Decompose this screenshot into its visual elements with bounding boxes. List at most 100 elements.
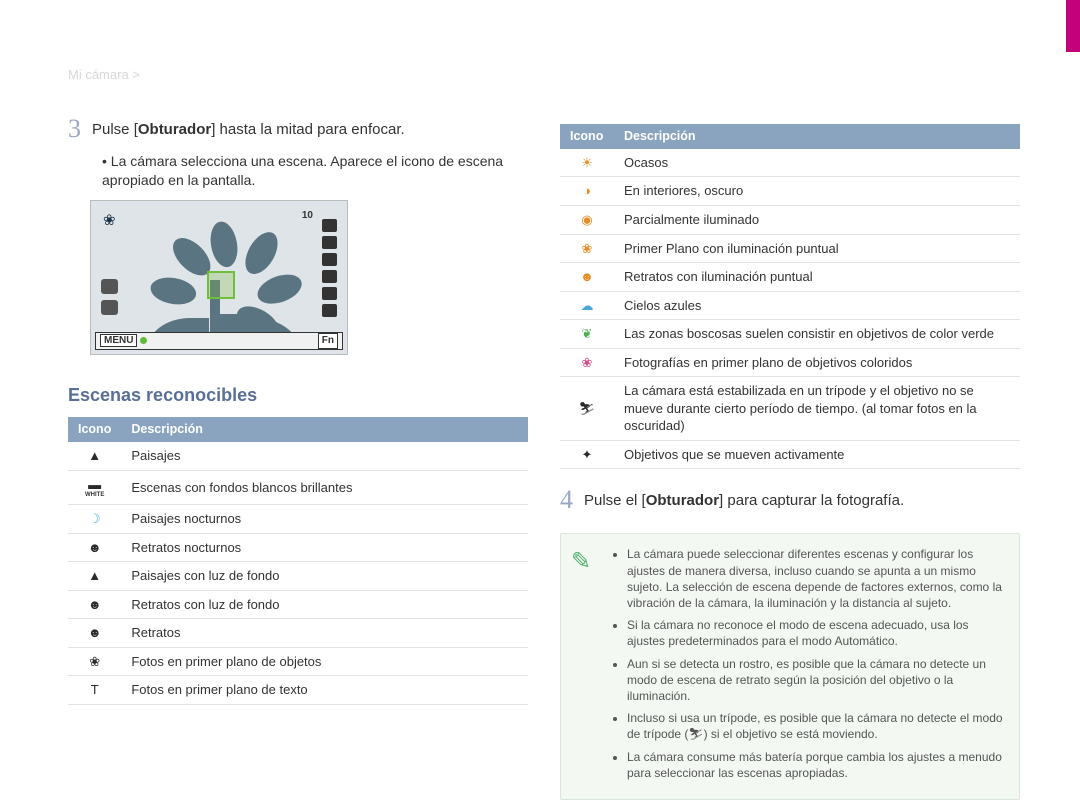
step3-bold: Obturador (138, 121, 211, 138)
scene-icon: ✦ (578, 447, 596, 463)
table-row: ☻Retratos nocturnos (68, 533, 528, 562)
th-desc: Descripción (121, 417, 528, 442)
table-row: ☽ Paisajes nocturnos (68, 505, 528, 534)
row-desc: Primer Plano con iluminación puntual (614, 234, 1020, 263)
right-column: Icono Descripción ☀ Ocasos ◑ En interiores,… (560, 120, 1020, 800)
row-icon-cell: ❦ (560, 320, 614, 349)
row-icon-cell: ☀ (560, 149, 614, 177)
row-icon-cell: ☻ (68, 533, 121, 562)
step-number-4: 4 (560, 487, 584, 513)
row-icon-cell: ❀ (68, 647, 121, 676)
row-icon-cell: ☽ (68, 505, 121, 534)
scene-icon: ▲ (86, 568, 104, 584)
table-row: ❀ Fotos en primer plano de objetos (68, 647, 528, 676)
table-row: ▲Paisajes (68, 442, 528, 470)
scene-icon: ☻ (86, 597, 104, 613)
status-dot-icon (140, 337, 147, 344)
table-row: ❀ Primer Plano con iluminación puntual (560, 234, 1020, 263)
table-row: ✦ Objetivos que se mueven activamente (560, 440, 1020, 469)
row-icon-cell: ☻ (68, 590, 121, 619)
scene-icon: ☻ (86, 539, 104, 555)
left-scene-table: Icono Descripción ▲Paisajes▬WHITEEscenas… (68, 417, 528, 705)
fn-button-label: Fn (318, 333, 338, 349)
step-4: 4 Pulse el [Obturador] para capturar la … (560, 491, 1020, 513)
table-row: ☻Retratos con luz de fondo (68, 590, 528, 619)
macro-icon: ❀ (103, 211, 116, 231)
step-3-text: Pulse [Obturador] hasta la mitad para en… (92, 120, 528, 140)
step-3-sub: La cámara selecciona una escena. Aparece… (102, 152, 528, 190)
scene-icon: ❀ (578, 354, 596, 370)
step3-pre: Pulse [ (92, 121, 138, 138)
table-row: ▬WHITEEscenas con fondos blancos brillan… (68, 470, 528, 505)
left-column: 3 Pulse [Obturador] hasta la mitad para … (68, 120, 528, 705)
row-icon-cell: ❀ (560, 234, 614, 263)
scene-icon: ⛷ (578, 401, 596, 417)
row-desc: Retratos (121, 619, 528, 648)
section-title: Escenas reconocibles (68, 383, 528, 407)
scene-icon-sublabel: WHITE (78, 491, 111, 499)
row-icon-cell: ❀ (560, 348, 614, 377)
scene-icon: ❀ (86, 654, 104, 670)
row-icon-cell: ◑ (560, 177, 614, 206)
step4-bold: Obturador (646, 492, 719, 509)
row-desc: La cámara está estabilizada en un trípod… (614, 377, 1020, 441)
note-pen-icon: ✎ (571, 546, 601, 786)
row-desc: En interiores, oscuro (614, 177, 1020, 206)
scene-icon: ◑ (578, 183, 596, 199)
row-icon-cell: ◉ (560, 205, 614, 234)
th-icon-r: Icono (560, 124, 614, 149)
table-row: ⛷ La cámara está estabilizada en un trípo… (560, 377, 1020, 441)
scene-icon: ▲ (86, 448, 104, 464)
table-row: ☀ Ocasos (560, 149, 1020, 177)
row-icon-cell: ☻ (560, 263, 614, 292)
scene-icon: ☁ (578, 297, 596, 313)
table-row: ◑ En interiores, oscuro (560, 177, 1020, 206)
scene-icon: ☻ (578, 269, 596, 285)
th-icon: Icono (68, 417, 121, 442)
scene-icon: ☻ (86, 625, 104, 641)
page-color-tab (1066, 0, 1080, 52)
camera-bottom-bar: MENU Fn (95, 332, 343, 350)
th-desc-r: Descripción (614, 124, 1020, 149)
row-desc: Fotos en primer plano de objetos (121, 647, 528, 676)
row-icon-cell: ▲ (68, 442, 121, 470)
row-desc: Fotos en primer plano de texto (121, 676, 528, 705)
table-row: ❀ Fotografías en primer plano de objetivo… (560, 348, 1020, 377)
focus-square (207, 271, 235, 299)
row-desc: Fotografías en primer plano de objetivos… (614, 348, 1020, 377)
note-list: La cámara puede seleccionar diferentes e… (611, 546, 1005, 786)
step4-post: ] para capturar la fotografía. (719, 492, 904, 509)
step-3: 3 Pulse [Obturador] hasta la mitad para … (68, 120, 528, 142)
note-box: ✎ La cámara puede seleccionar diferentes… (560, 533, 1020, 799)
row-icon-cell: ✦ (560, 440, 614, 469)
note-item: La cámara puede seleccionar diferentes e… (627, 546, 1005, 611)
row-icon-cell: ⛷ (560, 377, 614, 441)
row-desc: Escenas con fondos blancos brillantes (121, 470, 528, 505)
menu-button-label: MENU (100, 334, 137, 347)
scene-icon: ❀ (578, 240, 596, 256)
scene-icon: ❦ (578, 326, 596, 342)
note-item: Incluso si usa un trípode, es posible qu… (627, 710, 1005, 742)
scene-icon: ☽ (86, 511, 104, 527)
camera-preview: ❀ 10 MENU Fn (90, 200, 348, 355)
row-icon-cell: ▬WHITE (68, 470, 121, 505)
breadcrumb: Mi cámara > (68, 66, 140, 84)
shots-remaining: 10 (302, 209, 313, 223)
row-desc: Ocasos (614, 149, 1020, 177)
step3-post: ] hasta la mitad para enfocar. (211, 121, 404, 138)
row-icon-cell: ☻ (68, 619, 121, 648)
row-icon-cell: ▲ (68, 562, 121, 591)
row-desc: Retratos con iluminación puntual (614, 263, 1020, 292)
note-item: Aun si se detecta un rostro, es posible … (627, 656, 1005, 705)
row-desc: Objetivos que se mueven activamente (614, 440, 1020, 469)
scene-icon: T (86, 682, 104, 698)
scene-icon: ☀ (578, 155, 596, 171)
scene-icon: ◉ (578, 212, 596, 228)
scene-icon: ▬ (86, 476, 104, 492)
row-desc: Paisajes nocturnos (121, 505, 528, 534)
right-scene-table: Icono Descripción ☀ Ocasos ◑ En interiores,… (560, 124, 1020, 469)
row-desc: Paisajes con luz de fondo (121, 562, 528, 591)
row-desc: Parcialmente iluminado (614, 205, 1020, 234)
table-row: ❦Las zonas boscosas suelen consistir en … (560, 320, 1020, 349)
row-icon-cell: ☁ (560, 291, 614, 320)
